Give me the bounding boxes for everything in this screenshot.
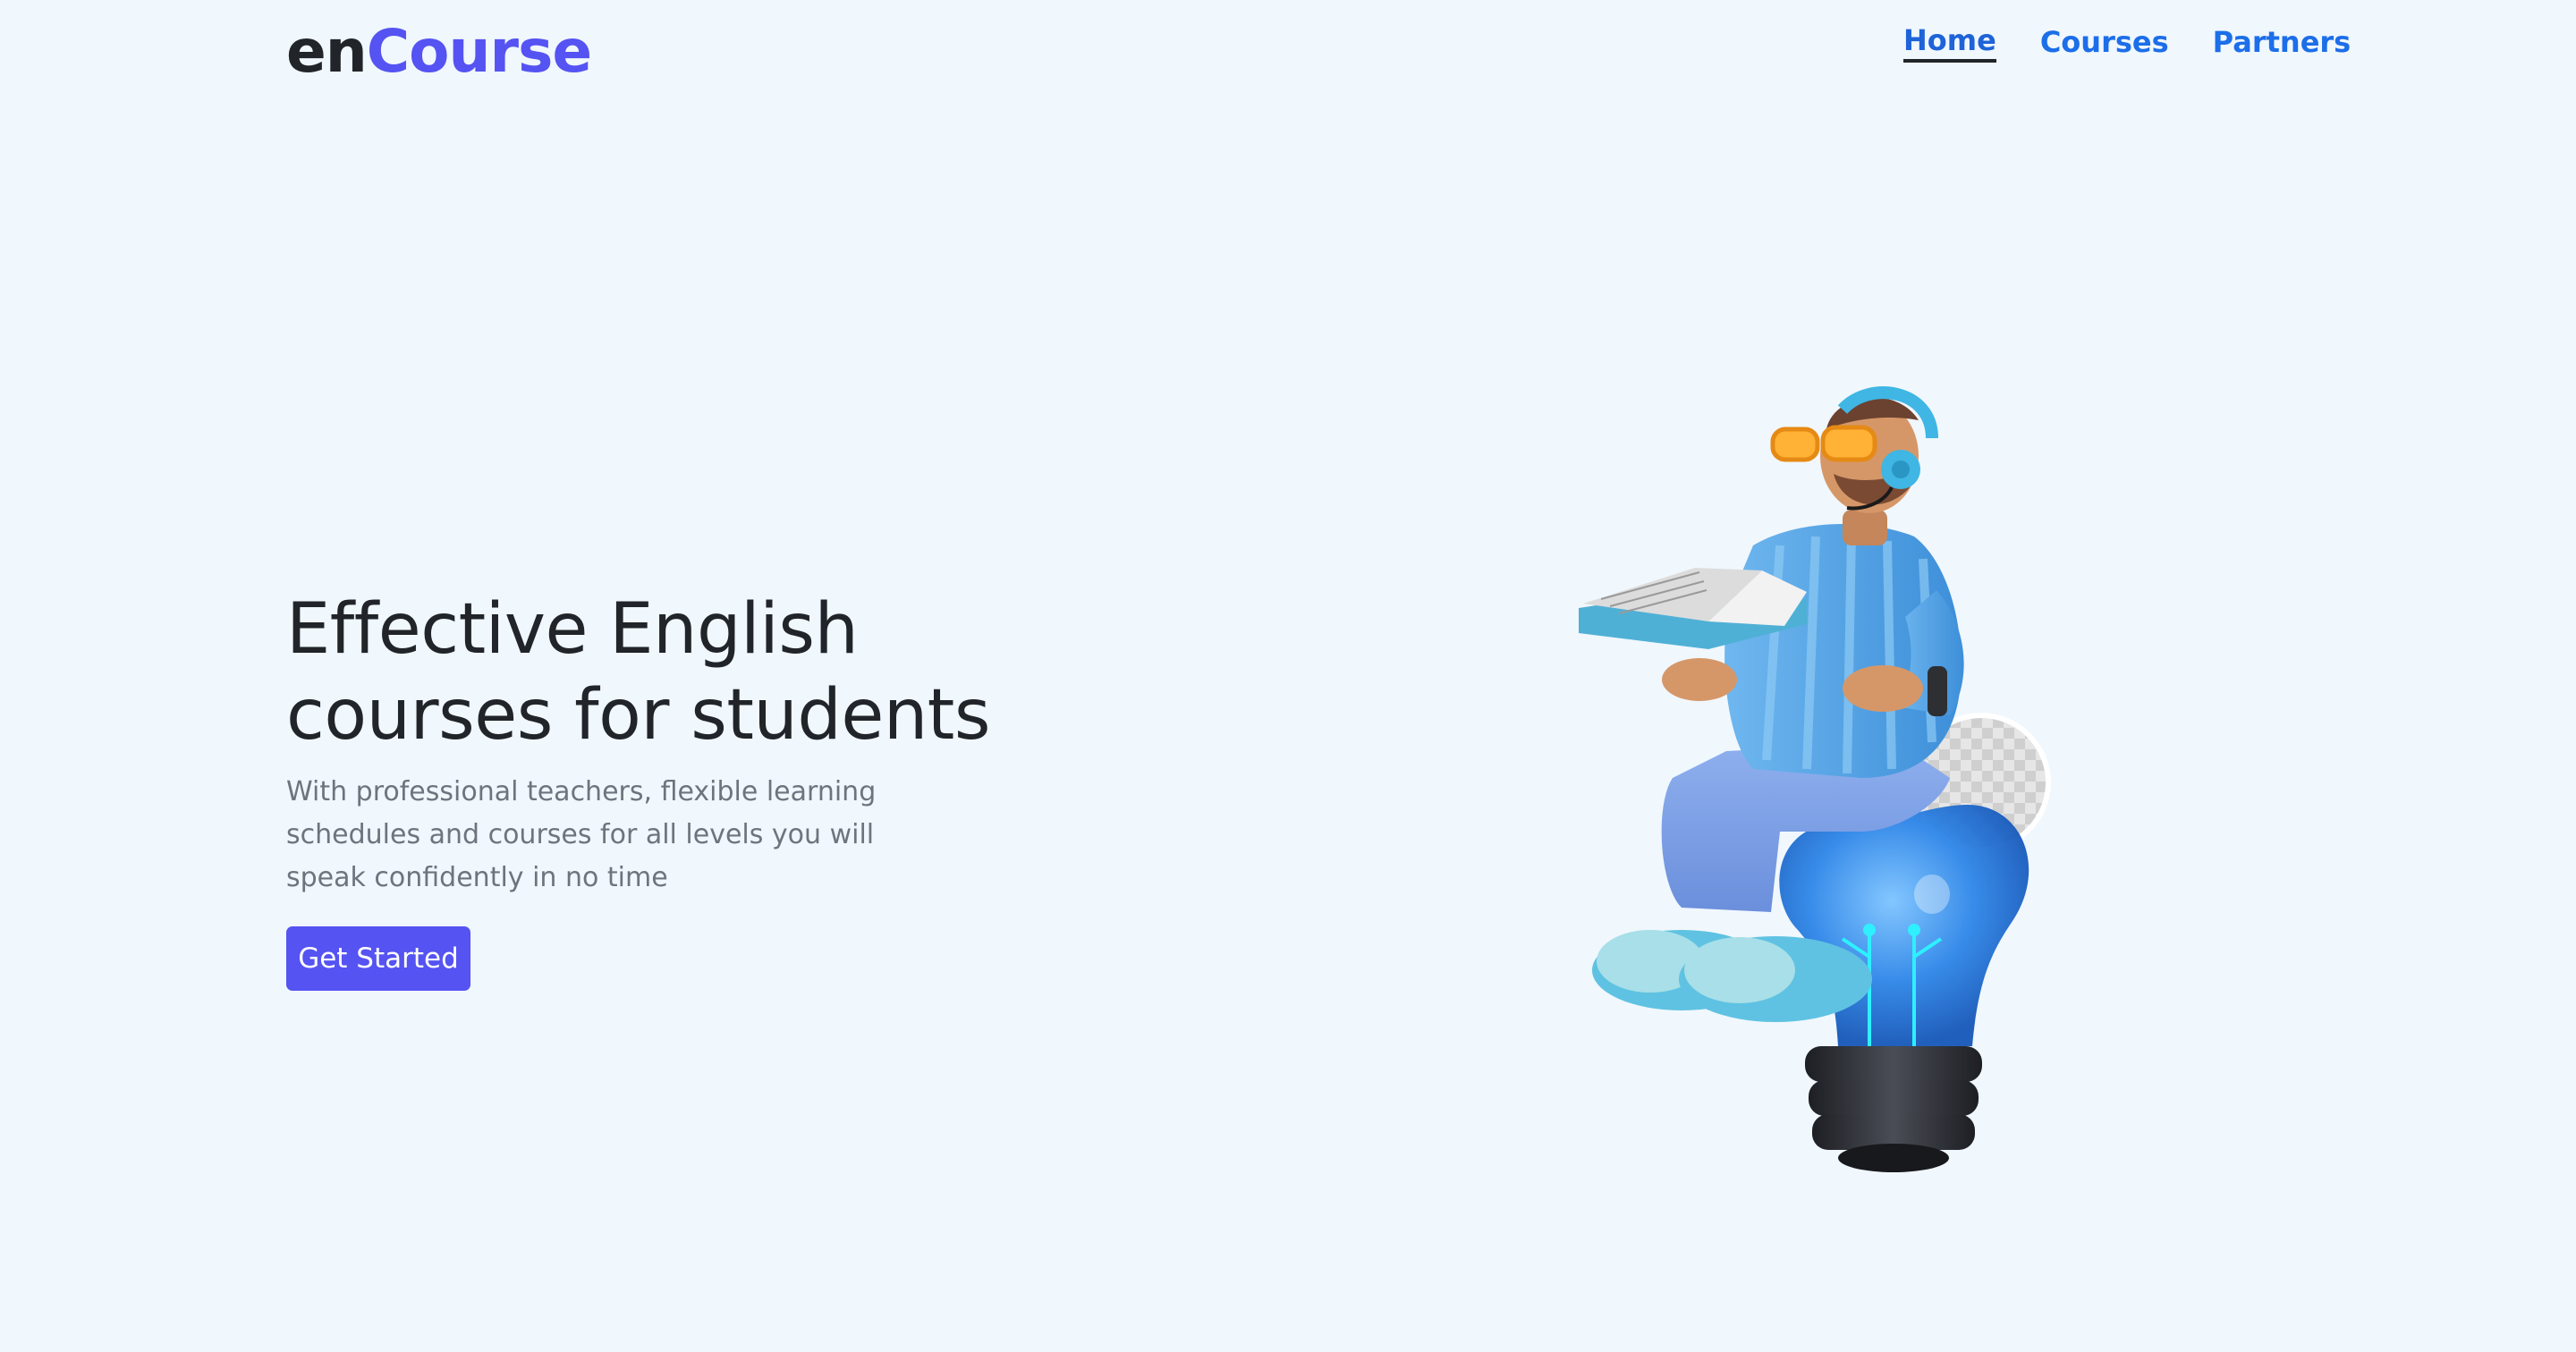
- site-header: enCourse Home Courses Partners: [0, 0, 2576, 107]
- lightbulb-tip-shape: [1838, 1144, 1949, 1172]
- hero-title: Effective English courses for students: [286, 587, 1091, 758]
- nav-link-home[interactable]: Home: [1903, 21, 1996, 63]
- lightbulb-base-shape: [1809, 1080, 1979, 1116]
- sunglasses-icon: [1820, 425, 1877, 462]
- lightbulb-base-shape: [1805, 1046, 1982, 1082]
- lightbulb-highlight-shape: [1914, 875, 1950, 914]
- hero-description-line3: speak confidently in no time: [286, 862, 668, 893]
- brand-logo-accent: Course: [366, 17, 592, 86]
- student-on-lightbulb-illustration: [1579, 386, 2051, 1172]
- right-shoe-toe-shape: [1684, 937, 1795, 1003]
- hero-description-line2: schedules and courses for all levels you…: [286, 819, 875, 850]
- headphones-icon: [1892, 461, 1910, 478]
- brand-logo[interactable]: enCourse: [286, 16, 592, 88]
- circuit-node-shape: [1863, 924, 1876, 936]
- hero-title-line2: courses for students: [286, 675, 991, 756]
- student-neck-shape: [1843, 510, 1887, 545]
- sunglasses-icon: [1770, 427, 1820, 462]
- student-hand-shape: [1843, 665, 1923, 712]
- get-started-button[interactable]: Get Started: [286, 926, 470, 991]
- circuit-node-shape: [1908, 924, 1920, 936]
- main-nav: Home Courses Partners: [1903, 21, 2351, 63]
- nav-link-courses[interactable]: Courses: [2040, 21, 2169, 63]
- hero-title-line1: Effective English: [286, 589, 859, 670]
- hero-description: With professional teachers, flexible lea…: [286, 771, 877, 900]
- nav-link-partners[interactable]: Partners: [2213, 21, 2351, 63]
- student-hand-shape: [1662, 658, 1737, 701]
- hero-description-line1: With professional teachers, flexible lea…: [286, 776, 877, 807]
- wristband-icon: [1928, 666, 1947, 716]
- brand-logo-prefix: en: [286, 17, 368, 86]
